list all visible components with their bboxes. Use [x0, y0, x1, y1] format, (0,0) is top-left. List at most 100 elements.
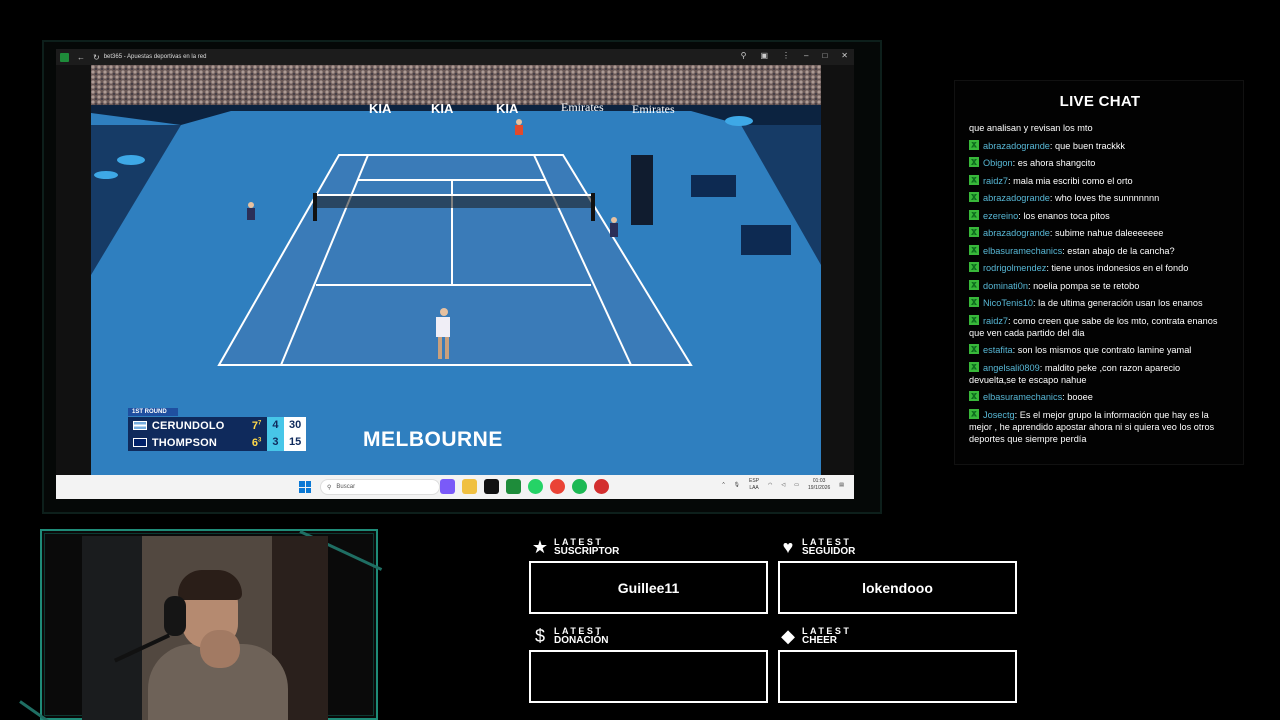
player1-games: 4: [266, 417, 285, 434]
latest-suscriptor-box: Guillee11: [529, 561, 768, 614]
chat-username[interactable]: NicoTenis10: [983, 298, 1033, 308]
language-indicator[interactable]: ESP LAA: [749, 478, 759, 492]
chat-username[interactable]: Josectg: [983, 410, 1015, 420]
taskbar-clock[interactable]: 01:03 19/1/2026: [808, 478, 830, 492]
chat-badge-icon: [969, 244, 979, 255]
chat-badge-icon: [969, 408, 979, 419]
chat-text: que buen trackkk: [1055, 140, 1126, 151]
chat-text: subime nahue daleeeeeee: [1055, 228, 1164, 238]
kia-logo-1: KIA: [369, 101, 392, 116]
taskbar-search[interactable]: ⚲ Buscar: [320, 479, 440, 495]
chat-badge-icon: [969, 279, 979, 290]
net-mesh: [316, 196, 593, 208]
chevron-up-icon[interactable]: ^: [722, 482, 724, 488]
windows-start-icon[interactable]: [299, 481, 311, 493]
dollar-icon: $: [534, 626, 545, 646]
chat-message: Obigon: es ahora shangcito: [969, 157, 1227, 169]
player2-set: 63: [251, 436, 262, 449]
chat-badge-icon: [969, 227, 979, 237]
back-arrow-icon[interactable]: ←: [77, 53, 85, 62]
latest-donacion-box: [529, 650, 768, 703]
chat-username[interactable]: estafita: [983, 345, 1013, 355]
chat-message: ezereino: los enanos toca pitos: [969, 209, 1227, 222]
bet365-app-icon[interactable]: [506, 479, 521, 494]
reload-icon[interactable]: ↻: [93, 53, 100, 62]
chat-text: noelia pompa se te retobo: [1033, 280, 1140, 291]
extensions-icon[interactable]: ▣: [760, 51, 768, 60]
whatsapp-icon[interactable]: [528, 479, 543, 494]
spotify-icon[interactable]: [572, 479, 587, 494]
chat-title: LIVE CHAT: [1059, 93, 1141, 110]
kia-logo-3: KIA: [496, 101, 519, 116]
chat-username[interactable]: abrazadogrande: [983, 141, 1050, 151]
chat-message: elbasuramechanics: booee: [969, 391, 1227, 403]
chat-message: NicoTenis10: la de ultima generación usa…: [969, 297, 1227, 309]
chat-username[interactable]: raidz7: [983, 316, 1008, 326]
chat-text: son los mismos que contrato lamine yamal: [1017, 345, 1192, 355]
chat-text: who loves the sunnnnnnn: [1055, 193, 1160, 203]
volume-icon[interactable]: ◁: [781, 482, 785, 488]
chat-message: Josectg: Es el mejor grupo la informació…: [969, 408, 1215, 444]
chat-message: elbasuramechanics: estan abajo de la can…: [969, 244, 1227, 257]
mic-icon[interactable]: 🎙: [734, 482, 740, 488]
copilot-icon[interactable]: [440, 479, 455, 494]
near-player-body: [436, 317, 450, 337]
minimize-button[interactable]: –: [804, 51, 808, 60]
close-button[interactable]: ✕: [841, 51, 848, 60]
chat-message-list[interactable]: que analisan y revisan los mto abrazadog…: [969, 122, 1227, 450]
recorder-icon[interactable]: [594, 479, 609, 494]
tiktok-icon[interactable]: [484, 479, 499, 494]
system-tray: ^ 🎙 ESP LAA ◠ ◁ ▭ 01:03 19/1/2026 ▤: [722, 478, 844, 492]
webcam-video: [82, 536, 328, 720]
chat-message: abrazadogrande: who loves the sunnnnnnn: [969, 192, 1227, 204]
tennis-video[interactable]: KIA KIA KIA Emirates Emirates 1ST ROUND …: [56, 65, 854, 475]
menu-icon[interactable]: ⋮: [782, 51, 790, 60]
windows-taskbar: ⚲ Buscar ^ 🎙 ESP LAA ◠ ◁ ▭ 01:03 19/1/20…: [56, 475, 854, 499]
chat-username[interactable]: rodrigolmendez: [983, 263, 1046, 273]
chat-message: raidz7: como creen que sabe de los mto, …: [969, 314, 1218, 338]
kia-logo-2: KIA: [431, 101, 454, 116]
chat-username[interactable]: Obigon: [983, 158, 1013, 168]
score-row-player2: THOMPSON 63 3 15: [128, 434, 307, 451]
chat-username[interactable]: elbasuramechanics: [983, 392, 1062, 402]
chat-username[interactable]: abrazadogrande: [983, 228, 1050, 238]
chat-badge-icon: [969, 262, 979, 272]
chat-badge-icon: [969, 297, 979, 307]
chat-badge-icon: [969, 361, 979, 372]
bet365-favicon-icon: [60, 52, 69, 62]
chat-badge-icon: [969, 139, 979, 150]
chat-badge-icon: [969, 157, 979, 167]
chat-first-line: que analisan y revisan los mto: [969, 123, 1093, 133]
chat-message: dominati0n: noelia pompa se te retobo: [969, 279, 1227, 292]
player2-games: 3: [266, 434, 285, 451]
chat-username[interactable]: abrazadogrande: [983, 193, 1050, 203]
emirates-logo-2: Emirates: [632, 102, 675, 116]
chat-username[interactable]: dominati0n: [983, 281, 1028, 291]
chat-badge-icon: [969, 209, 979, 220]
latest-donacion-heading: $ LATEST DONACIÓN: [530, 626, 608, 646]
battery-icon[interactable]: ▭: [794, 482, 799, 488]
chrome-icon[interactable]: [550, 479, 565, 494]
browser-title: bet365 - Apuestas deportivas en la red: [103, 54, 207, 60]
chat-username[interactable]: raidz7: [983, 176, 1008, 186]
ballkid-head: [611, 217, 617, 223]
player2-name: THOMPSON: [151, 436, 218, 449]
chat-text: es ahora shangcito: [1017, 158, 1096, 168]
net-post-left: [313, 193, 317, 221]
chat-username[interactable]: angelsali0809: [983, 363, 1040, 373]
file-explorer-icon[interactable]: [462, 479, 477, 494]
round-tag: 1ST ROUND: [128, 408, 178, 416]
far-player-head: [516, 119, 522, 125]
zoom-icon[interactable]: ⚲: [741, 51, 747, 60]
notification-icon[interactable]: ▤: [839, 482, 844, 488]
near-player-head: [440, 308, 448, 316]
maximize-button[interactable]: □: [822, 51, 827, 60]
window-controls: ⚲ ▣ ⋮ – □ ✕: [741, 51, 848, 60]
chat-username[interactable]: ezereino: [983, 211, 1018, 221]
browser-window: ← ↻ bet365 - Apuestas deportivas en la r…: [56, 49, 854, 499]
wifi-icon[interactable]: ◠: [768, 482, 772, 488]
chat-username[interactable]: elbasuramechanics: [983, 246, 1062, 256]
far-player-body: [515, 125, 523, 135]
chat-text: booee: [1067, 392, 1093, 402]
chat-text: la de ultima generación usan los enanos: [1038, 298, 1203, 308]
